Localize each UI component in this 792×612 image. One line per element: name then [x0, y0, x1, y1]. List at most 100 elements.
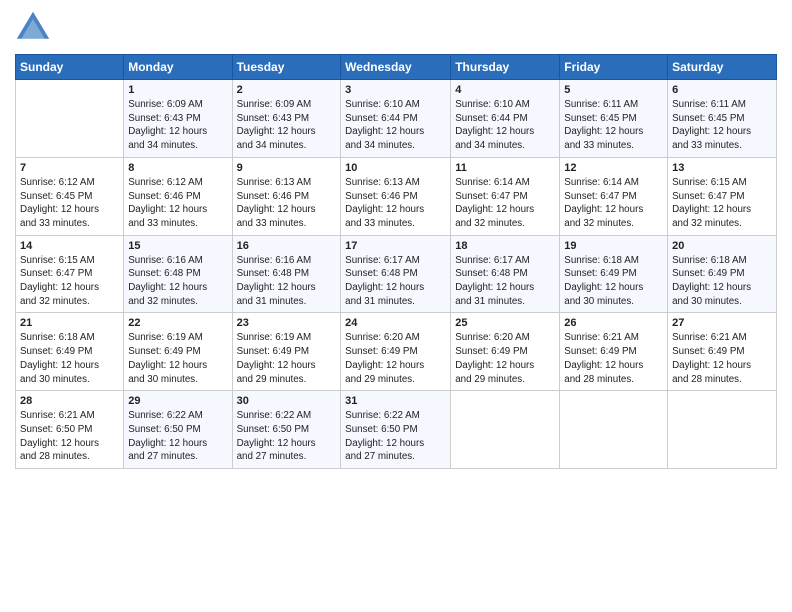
day-cell: 25 Sunrise: 6:20 AM Sunset: 6:49 PM Dayli…: [451, 313, 560, 391]
header-cell-thursday: Thursday: [451, 55, 560, 80]
day-number: 10: [345, 162, 446, 174]
week-row-3: 14 Sunrise: 6:15 AM Sunset: 6:47 PM Dayli…: [16, 235, 777, 313]
day-cell: [560, 391, 668, 469]
day-cell: 7 Sunrise: 6:12 AM Sunset: 6:45 PM Daylig…: [16, 157, 124, 235]
day-info: Sunrise: 6:19 AM Sunset: 6:49 PM Dayligh…: [237, 331, 337, 386]
day-number: 16: [237, 240, 337, 252]
day-number: 30: [237, 395, 337, 407]
day-cell: 31 Sunrise: 6:22 AM Sunset: 6:50 PM Dayli…: [341, 391, 451, 469]
day-cell: 2 Sunrise: 6:09 AM Sunset: 6:43 PM Daylig…: [232, 80, 341, 158]
day-number: 11: [455, 162, 555, 174]
logo-icon: [15, 10, 51, 46]
day-info: Sunrise: 6:21 AM Sunset: 6:49 PM Dayligh…: [672, 331, 772, 386]
day-number: 8: [128, 162, 227, 174]
day-info: Sunrise: 6:15 AM Sunset: 6:47 PM Dayligh…: [672, 176, 772, 231]
day-cell: 15Sunrise: 6:16 AM Sunset: 6:48 PM Dayli…: [124, 235, 232, 313]
header-cell-monday: Monday: [124, 55, 232, 80]
week-row-5: 28 Sunrise: 6:21 AM Sunset: 6:50 PM Dayli…: [16, 391, 777, 469]
day-number: 28: [20, 395, 119, 407]
day-cell: 8 Sunrise: 6:12 AM Sunset: 6:46 PM Daylig…: [124, 157, 232, 235]
week-row-4: 21 Sunrise: 6:18 AM Sunset: 6:49 PM Dayli…: [16, 313, 777, 391]
day-cell: 12 Sunrise: 6:14 AM Sunset: 6:47 PM Dayli…: [560, 157, 668, 235]
day-number: 1: [128, 84, 227, 96]
day-cell: [16, 80, 124, 158]
day-cell: 14 Sunrise: 6:15 AM Sunset: 6:47 PM Dayli…: [16, 235, 124, 313]
day-info: Sunrise: 6:18 AM Sunset: 6:49 PM Dayligh…: [20, 331, 119, 386]
day-number: 6: [672, 84, 772, 96]
day-info: Sunrise: 6:18 AM Sunset: 6:49 PM Dayligh…: [672, 254, 772, 309]
day-cell: 17Sunrise: 6:17 AM Sunset: 6:48 PM Dayli…: [341, 235, 451, 313]
day-info: Sunrise: 6:15 AM Sunset: 6:47 PM Dayligh…: [20, 254, 119, 309]
day-cell: 10Sunrise: 6:13 AM Sunset: 6:46 PM Dayli…: [341, 157, 451, 235]
header-row: SundayMondayTuesdayWednesdayThursdayFrid…: [16, 55, 777, 80]
day-info: Sunrise: 6:19 AM Sunset: 6:49 PM Dayligh…: [128, 331, 227, 386]
day-cell: 22 Sunrise: 6:19 AM Sunset: 6:49 PM Dayli…: [124, 313, 232, 391]
day-number: 23: [237, 317, 337, 329]
header-cell-wednesday: Wednesday: [341, 55, 451, 80]
day-cell: 13 Sunrise: 6:15 AM Sunset: 6:47 PM Dayli…: [668, 157, 777, 235]
day-cell: 20 Sunrise: 6:18 AM Sunset: 6:49 PM Dayli…: [668, 235, 777, 313]
day-cell: [668, 391, 777, 469]
day-info: Sunrise: 6:10 AM Sunset: 6:44 PM Dayligh…: [345, 98, 446, 153]
day-info: Sunrise: 6:14 AM Sunset: 6:47 PM Dayligh…: [564, 176, 663, 231]
day-number: 2: [237, 84, 337, 96]
day-cell: 5 Sunrise: 6:11 AM Sunset: 6:45 PM Daylig…: [560, 80, 668, 158]
day-info: Sunrise: 6:09 AM Sunset: 6:43 PM Dayligh…: [237, 98, 337, 153]
day-info: Sunrise: 6:17 AM Sunset: 6:48 PM Dayligh…: [455, 254, 555, 309]
day-number: 21: [20, 317, 119, 329]
day-info: Sunrise: 6:10 AM Sunset: 6:44 PM Dayligh…: [455, 98, 555, 153]
day-cell: 4 Sunrise: 6:10 AM Sunset: 6:44 PM Daylig…: [451, 80, 560, 158]
day-number: 5: [564, 84, 663, 96]
day-number: 26: [564, 317, 663, 329]
day-cell: 26 Sunrise: 6:21 AM Sunset: 6:49 PM Dayli…: [560, 313, 668, 391]
day-number: 13: [672, 162, 772, 174]
day-number: 3: [345, 84, 446, 96]
day-cell: 29 Sunrise: 6:22 AM Sunset: 6:50 PM Dayli…: [124, 391, 232, 469]
day-info: Sunrise: 6:21 AM Sunset: 6:49 PM Dayligh…: [564, 331, 663, 386]
day-info: Sunrise: 6:14 AM Sunset: 6:47 PM Dayligh…: [455, 176, 555, 231]
day-cell: 19Sunrise: 6:18 AM Sunset: 6:49 PM Dayli…: [560, 235, 668, 313]
day-number: 12: [564, 162, 663, 174]
day-number: 20: [672, 240, 772, 252]
day-cell: 3 Sunrise: 6:10 AM Sunset: 6:44 PM Daylig…: [341, 80, 451, 158]
week-row-1: 1 Sunrise: 6:09 AM Sunset: 6:43 PM Daylig…: [16, 80, 777, 158]
day-cell: 16 Sunrise: 6:16 AM Sunset: 6:48 PM Dayli…: [232, 235, 341, 313]
day-cell: 11 Sunrise: 6:14 AM Sunset: 6:47 PM Dayli…: [451, 157, 560, 235]
day-number: 19: [564, 240, 663, 252]
day-info: Sunrise: 6:12 AM Sunset: 6:46 PM Dayligh…: [128, 176, 227, 231]
header-cell-sunday: Sunday: [16, 55, 124, 80]
day-cell: 18 Sunrise: 6:17 AM Sunset: 6:48 PM Dayli…: [451, 235, 560, 313]
day-number: 17: [345, 240, 446, 252]
day-number: 31: [345, 395, 446, 407]
day-number: 18: [455, 240, 555, 252]
day-cell: 23 Sunrise: 6:19 AM Sunset: 6:49 PM Dayli…: [232, 313, 341, 391]
day-info: Sunrise: 6:16 AM Sunset: 6:48 PM Dayligh…: [128, 254, 227, 309]
day-number: 24: [345, 317, 446, 329]
day-info: Sunrise: 6:22 AM Sunset: 6:50 PM Dayligh…: [345, 409, 446, 464]
day-number: 7: [20, 162, 119, 174]
day-info: Sunrise: 6:20 AM Sunset: 6:49 PM Dayligh…: [455, 331, 555, 386]
day-info: Sunrise: 6:09 AM Sunset: 6:43 PM Dayligh…: [128, 98, 227, 153]
header-cell-friday: Friday: [560, 55, 668, 80]
week-row-2: 7 Sunrise: 6:12 AM Sunset: 6:45 PM Daylig…: [16, 157, 777, 235]
day-info: Sunrise: 6:22 AM Sunset: 6:50 PM Dayligh…: [128, 409, 227, 464]
day-number: 29: [128, 395, 227, 407]
day-info: Sunrise: 6:21 AM Sunset: 6:50 PM Dayligh…: [20, 409, 119, 464]
day-info: Sunrise: 6:11 AM Sunset: 6:45 PM Dayligh…: [672, 98, 772, 153]
day-info: Sunrise: 6:11 AM Sunset: 6:45 PM Dayligh…: [564, 98, 663, 153]
day-info: Sunrise: 6:12 AM Sunset: 6:45 PM Dayligh…: [20, 176, 119, 231]
calendar-table: SundayMondayTuesdayWednesdayThursdayFrid…: [15, 54, 777, 469]
day-cell: 30 Sunrise: 6:22 AM Sunset: 6:50 PM Dayli…: [232, 391, 341, 469]
day-info: Sunrise: 6:16 AM Sunset: 6:48 PM Dayligh…: [237, 254, 337, 309]
day-number: 14: [20, 240, 119, 252]
day-number: 25: [455, 317, 555, 329]
day-cell: 9Sunrise: 6:13 AM Sunset: 6:46 PM Daylig…: [232, 157, 341, 235]
day-number: 22: [128, 317, 227, 329]
day-info: Sunrise: 6:22 AM Sunset: 6:50 PM Dayligh…: [237, 409, 337, 464]
day-cell: 24Sunrise: 6:20 AM Sunset: 6:49 PM Dayli…: [341, 313, 451, 391]
day-number: 4: [455, 84, 555, 96]
day-info: Sunrise: 6:13 AM Sunset: 6:46 PM Dayligh…: [237, 176, 337, 231]
day-number: 27: [672, 317, 772, 329]
day-cell: 6 Sunrise: 6:11 AM Sunset: 6:45 PM Daylig…: [668, 80, 777, 158]
day-cell: 1 Sunrise: 6:09 AM Sunset: 6:43 PM Daylig…: [124, 80, 232, 158]
